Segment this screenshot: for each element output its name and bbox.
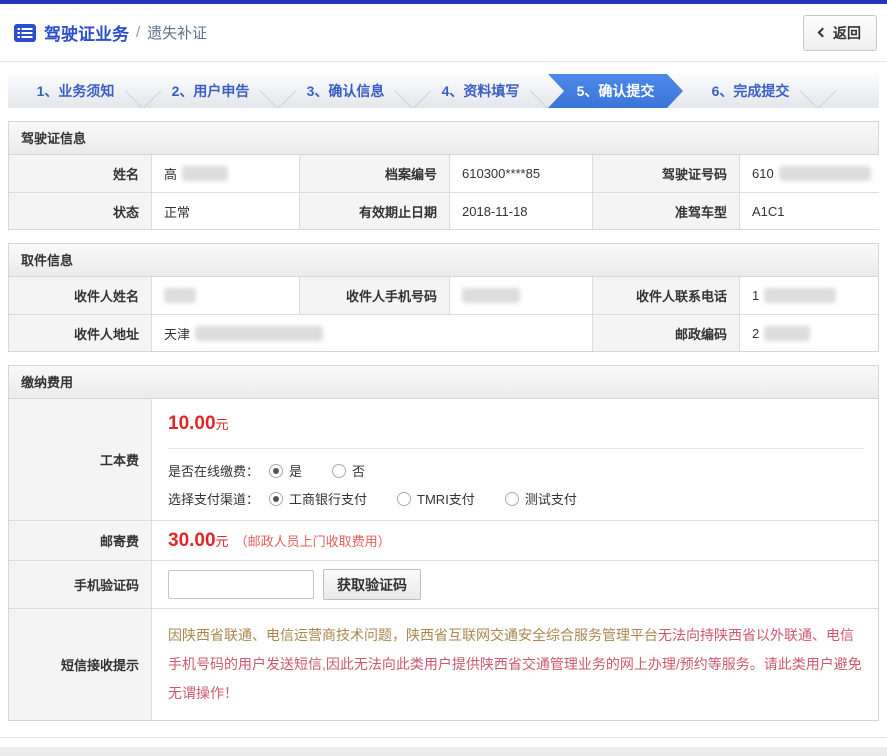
get-captcha-button[interactable]: 获取验证码 [323, 569, 421, 600]
channel-test-option[interactable]: 测试支付 [505, 489, 577, 508]
file-no-label: 档案编号 [299, 155, 449, 192]
channel-tmri-label: TMRI支付 [417, 489, 475, 508]
vehicle-class-value: A1C1 [739, 192, 879, 229]
file-no-value: 610300****85 [449, 155, 592, 192]
radio-unchecked-icon [397, 492, 411, 506]
radio-unchecked-icon [332, 464, 346, 478]
tab-step-3[interactable]: 3、确认信息 [278, 74, 413, 108]
recipient-address-value: 天津 [151, 314, 592, 351]
recipient-mobile-value [449, 277, 592, 314]
postage-fee-cell: 30.00元 （邮政人员上门收取费用） [151, 520, 878, 560]
tab-step-1-label: 1、业务须知 [37, 81, 115, 101]
postage-currency: 元 [216, 531, 229, 550]
recipient-address-label: 收件人地址 [9, 314, 151, 351]
footer-actions: 上一步 完成 [0, 737, 887, 747]
back-button[interactable]: 返回 [803, 15, 877, 51]
name-label: 姓名 [9, 155, 151, 192]
redacted-text [764, 288, 836, 303]
postage-note: （邮政人员上门收取费用） [235, 531, 391, 550]
sms-notice-part1: 因陕西省联通、电信运营商技术问题，陕西省互联网交通安全综合服务管理平台 [168, 627, 658, 643]
channel-icbc-option[interactable]: 工商银行支付 [269, 489, 367, 508]
tab-step-5-label: 5、确认提交 [577, 81, 655, 101]
pay-channel-row: 选择支付渠道： 工商银行支付 TMRI支付 测试支付 [168, 489, 864, 508]
redacted-text [164, 288, 196, 303]
postcode-label: 邮政编码 [592, 314, 739, 351]
radio-unchecked-icon [505, 492, 519, 506]
expiry-value: 2018-11-18 [449, 192, 592, 229]
captcha-input[interactable] [168, 570, 314, 599]
recipient-name-value [151, 277, 299, 314]
divider [168, 448, 864, 449]
captcha-cell: 获取验证码 [151, 560, 878, 608]
page: 驾驶证业务 / 遗失补证 返回 1、业务须知 2、用户申告 3、确认信息 4、资… [0, 0, 887, 747]
sms-notice-label: 短信接收提示 [9, 608, 151, 720]
card-fee-amount: 10.00 [168, 413, 216, 434]
pickup-info-title: 取件信息 [9, 244, 878, 277]
recipient-name-label: 收件人姓名 [9, 277, 151, 314]
license-business-icon [14, 24, 36, 42]
vehicle-class-label: 准驾车型 [592, 192, 739, 229]
license-no-value: 610 [739, 155, 879, 192]
channel-tmri-option[interactable]: TMRI支付 [397, 489, 475, 508]
postage-amount: 30.00 [168, 530, 216, 552]
radio-checked-icon [269, 464, 283, 478]
expiry-label: 有效期止日期 [299, 192, 449, 229]
recipient-mobile-label: 收件人手机号码 [299, 277, 449, 314]
redacted-text [462, 288, 520, 303]
online-pay-no-option[interactable]: 否 [332, 461, 365, 480]
tab-step-1[interactable]: 1、业务须知 [8, 74, 143, 108]
captcha-label: 手机验证码 [9, 560, 151, 608]
tab-step-5-active[interactable]: 5、确认提交 [548, 74, 683, 108]
online-pay-no-label: 否 [352, 461, 365, 480]
redacted-text [764, 326, 810, 341]
redacted-text [182, 166, 228, 181]
recipient-phone-value: 1 [739, 277, 878, 314]
status-value: 正常 [151, 192, 299, 229]
tab-step-4[interactable]: 4、资料填写 [413, 74, 548, 108]
redacted-text [195, 326, 323, 341]
channel-icbc-label: 工商银行支付 [289, 489, 367, 508]
postage-fee-label: 邮寄费 [9, 520, 151, 560]
breadcrumb-current: 遗失补证 [147, 22, 207, 43]
postcode-value: 2 [739, 314, 878, 351]
step-separator-icon [800, 74, 837, 108]
license-info-title: 驾驶证信息 [9, 122, 878, 155]
tab-step-3-label: 3、确认信息 [307, 81, 385, 101]
online-pay-yes-option[interactable]: 是 [269, 461, 302, 480]
online-pay-question: 是否在线缴费： [168, 461, 259, 480]
status-label: 状态 [9, 192, 151, 229]
online-pay-yes-label: 是 [289, 461, 302, 480]
redacted-text [779, 166, 871, 181]
tab-step-6-label: 6、完成提交 [712, 81, 790, 101]
tab-step-2[interactable]: 2、用户申告 [143, 74, 278, 108]
pickup-info-section: 取件信息 收件人姓名 收件人手机号码 收件人联系电话 1 收件人地址 天津 邮政… [8, 243, 879, 352]
chevron-left-icon [818, 28, 828, 38]
license-info-section: 驾驶证信息 姓名 高 档案编号 610300****85 驾驶证号码 610 状… [8, 121, 879, 230]
card-fee-label: 工本费 [9, 399, 151, 520]
name-value: 高 [151, 155, 299, 192]
online-pay-row: 是否在线缴费： 是 否 [168, 461, 864, 480]
pay-channel-question: 选择支付渠道： [168, 489, 259, 508]
header: 驾驶证业务 / 遗失补证 返回 [0, 4, 887, 62]
step-progress-bar: 1、业务须知 2、用户申告 3、确认信息 4、资料填写 5、确认提交 6、完成提… [8, 74, 879, 108]
sms-notice-text: 因陕西省联通、电信运营商技术问题，陕西省互联网交通安全综合服务管理平台无法向持陕… [152, 609, 878, 720]
card-fee-currency: 元 [216, 417, 229, 432]
fees-title: 缴纳费用 [9, 366, 878, 399]
radio-checked-icon [269, 492, 283, 506]
tab-step-6[interactable]: 6、完成提交 [683, 74, 818, 108]
fees-section: 缴纳费用 工本费 10.00元 是否在线缴费： 是 [8, 365, 879, 721]
card-fee-cell: 10.00元 是否在线缴费： 是 否 [151, 399, 878, 520]
breadcrumb-separator: / [136, 24, 140, 41]
sms-notice-cell: 因陕西省联通、电信运营商技术问题，陕西省互联网交通安全综合服务管理平台无法向持陕… [151, 608, 878, 720]
back-button-label: 返回 [833, 23, 861, 43]
page-background [0, 747, 887, 756]
recipient-phone-label: 收件人联系电话 [592, 277, 739, 314]
tab-step-2-label: 2、用户申告 [172, 81, 250, 101]
page-title: 驾驶证业务 [44, 20, 129, 45]
license-no-label: 驾驶证号码 [592, 155, 739, 192]
tab-step-4-label: 4、资料填写 [442, 81, 520, 101]
card-fee-amount-line: 10.00元 [168, 413, 864, 435]
channel-test-label: 测试支付 [525, 489, 577, 508]
